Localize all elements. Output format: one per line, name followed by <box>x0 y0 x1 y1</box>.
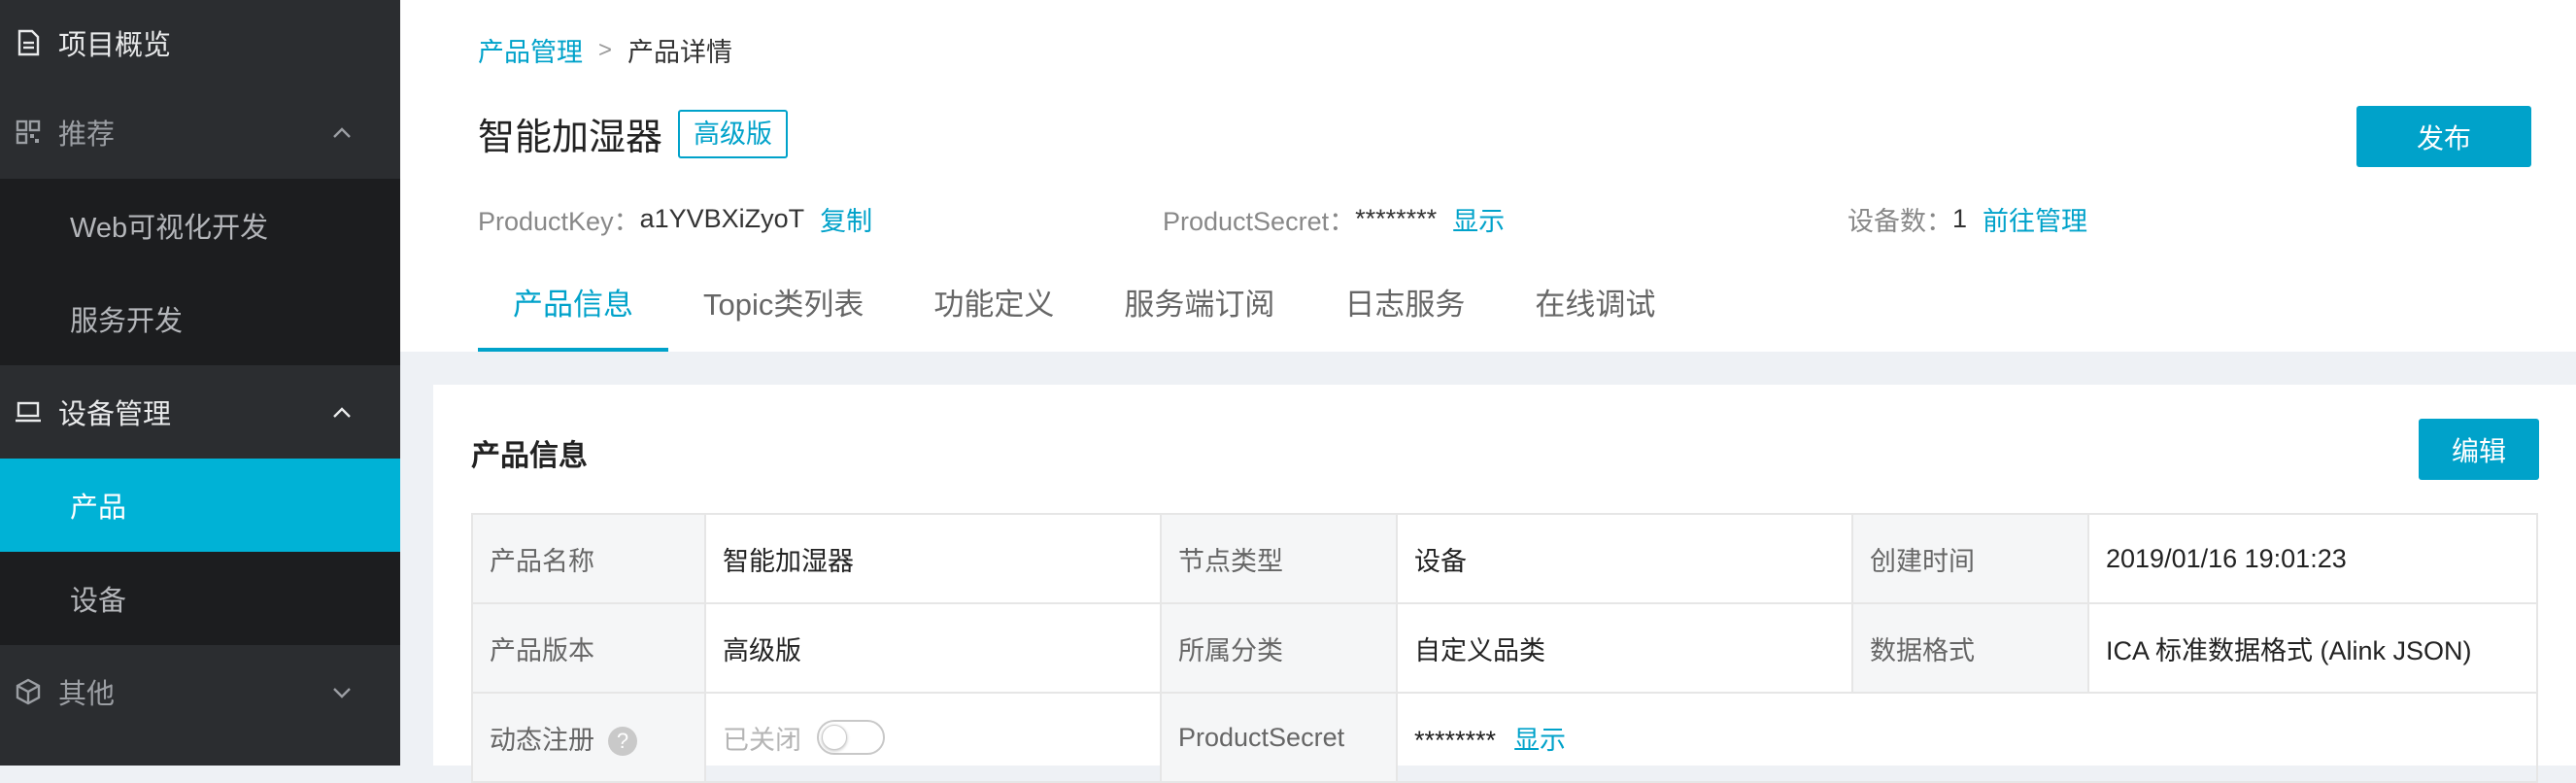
data-format-value: ICA 标准数据格式 (Alink JSON) <box>2087 602 2538 694</box>
copy-link[interactable]: 复制 <box>820 200 872 238</box>
dynamic-register-label: 动态注册 <box>490 725 594 755</box>
tab-product-info[interactable]: 产品信息 <box>478 278 668 352</box>
breadcrumb-separator-icon: > <box>598 36 613 63</box>
tab-bar: 产品信息 Topic类列表 功能定义 服务端订阅 日志服务 在线调试 <box>478 278 1690 352</box>
product-secret-value: ******** <box>1355 204 1438 233</box>
data-format-label: 数据格式 <box>1851 602 2089 694</box>
help-icon[interactable]: ? <box>608 727 637 757</box>
page-title: 智能加湿器 <box>478 118 663 158</box>
tab-log-service[interactable]: 日志服务 <box>1309 278 1500 352</box>
switch-state-label: 已关闭 <box>723 725 801 755</box>
sidebar-item-label: Web可视化开发 <box>70 213 269 244</box>
sidebar-item-product[interactable]: 产品 <box>0 459 400 552</box>
sidebar-item-label: 产品 <box>70 493 127 524</box>
document-icon <box>12 26 45 59</box>
sidebar-item-label: 推荐 <box>58 119 116 151</box>
sidebar-item-device-management[interactable]: 设备管理 <box>0 365 400 459</box>
sidebar-item-other[interactable]: 其他 <box>0 645 400 738</box>
dynamic-register-toggle[interactable] <box>817 720 885 755</box>
device-count-value: 1 <box>1952 204 1968 233</box>
tab-online-debug[interactable]: 在线调试 <box>1500 278 1690 352</box>
grid-icon <box>12 116 45 149</box>
category-value: 自定义品类 <box>1396 602 1853 694</box>
sidebar-item-web-visual-dev[interactable]: Web可视化开发 <box>0 179 400 272</box>
edit-button[interactable]: 编辑 <box>2419 419 2539 480</box>
show-secret-link[interactable]: 显示 <box>1452 200 1505 238</box>
breadcrumb-link-product-management[interactable]: 产品管理 <box>478 31 583 69</box>
sidebar-item-recommend[interactable]: 推荐 <box>0 85 400 179</box>
sidebar-item-label: 服务开发 <box>70 306 184 337</box>
sidebar: 项目概览 推荐 Web可视化开发 服务开发 设备管理 产品 设备 其他 <box>0 0 400 766</box>
created-time-label: 创建时间 <box>1851 513 2089 604</box>
sidebar-item-label: 设备 <box>70 586 127 617</box>
table-row: 动态注册? 已关闭 ProductSecret ******** 显示 <box>471 692 2538 783</box>
sidebar-item-project-overview[interactable]: 项目概览 <box>0 0 400 85</box>
table-row: 产品名称 智能加湿器 节点类型 设备 创建时间 2019/01/16 19:01… <box>471 513 2538 604</box>
sidebar-item-label: 设备管理 <box>58 399 172 430</box>
product-secret-table-cell: ******** 显示 <box>1396 692 2538 783</box>
dynamic-register-cell: 动态注册? <box>471 692 706 783</box>
sidebar-item-label: 其他 <box>58 679 116 710</box>
cube-icon <box>12 675 45 708</box>
product-secret-table-label: ProductSecret <box>1160 692 1398 783</box>
product-secret-table-value: ******** <box>1414 725 1497 755</box>
sidebar-item-device[interactable]: 设备 <box>0 552 400 645</box>
go-manage-link[interactable]: 前往管理 <box>1983 200 2087 238</box>
product-key-value: a1YVBXiZyoT <box>639 204 805 233</box>
sidebar-item-label: 项目概览 <box>58 30 172 61</box>
tab-function-definition[interactable]: 功能定义 <box>898 278 1089 352</box>
product-secret-label: ProductSecret： <box>1163 207 1356 236</box>
product-info-card: 产品信息 编辑 产品名称 智能加湿器 节点类型 设备 创建时间 2019/01/… <box>433 385 2576 783</box>
product-name-value: 智能加湿器 <box>704 513 1162 604</box>
dynamic-register-switch-cell: 已关闭 <box>704 692 1162 783</box>
node-type-label: 节点类型 <box>1160 513 1398 604</box>
product-name-label: 产品名称 <box>471 513 706 604</box>
created-time-value: 2019/01/16 19:01:23 <box>2087 513 2538 604</box>
device-count-label: 设备数： <box>1847 207 1952 236</box>
chevron-down-icon <box>330 680 354 703</box>
product-key-label: ProductKey： <box>478 207 640 236</box>
node-type-value: 设备 <box>1396 513 1853 604</box>
show-secret-table-link[interactable]: 显示 <box>1513 726 1566 755</box>
edition-badge: 高级版 <box>678 109 789 158</box>
table-row: 产品版本 高级版 所属分类 自定义品类 数据格式 ICA 标准数据格式 (Ali… <box>471 602 2538 694</box>
toggle-knob <box>822 725 847 750</box>
chevron-up-icon <box>330 120 354 144</box>
chevron-up-icon <box>330 400 354 424</box>
card-title: 产品信息 <box>471 440 588 472</box>
publish-button[interactable]: 发布 <box>2356 106 2531 167</box>
product-info-table: 产品名称 智能加湿器 节点类型 设备 创建时间 2019/01/16 19:01… <box>471 513 2538 783</box>
product-version-value: 高级版 <box>704 602 1162 694</box>
product-header: 产品管理 > 产品详情 智能加湿器 高级版 发布 ProductKey： a1Y… <box>400 0 2576 352</box>
product-secret-row: ProductSecret： ******** 显示 <box>1163 200 1505 238</box>
device-count-row: 设备数： 1 前往管理 <box>1847 200 2087 238</box>
tab-topic-list[interactable]: Topic类列表 <box>668 278 898 352</box>
breadcrumb: 产品管理 > 产品详情 <box>478 31 732 69</box>
laptop-icon <box>12 395 45 428</box>
title-row: 智能加湿器 高级版 <box>478 107 789 160</box>
product-version-label: 产品版本 <box>471 602 706 694</box>
product-key-row: ProductKey： a1YVBXiZyoT 复制 <box>478 200 872 238</box>
tab-server-subscription[interactable]: 服务端订阅 <box>1089 278 1309 352</box>
category-label: 所属分类 <box>1160 602 1398 694</box>
sidebar-item-service-dev[interactable]: 服务开发 <box>0 272 400 365</box>
breadcrumb-current: 产品详情 <box>627 38 733 67</box>
